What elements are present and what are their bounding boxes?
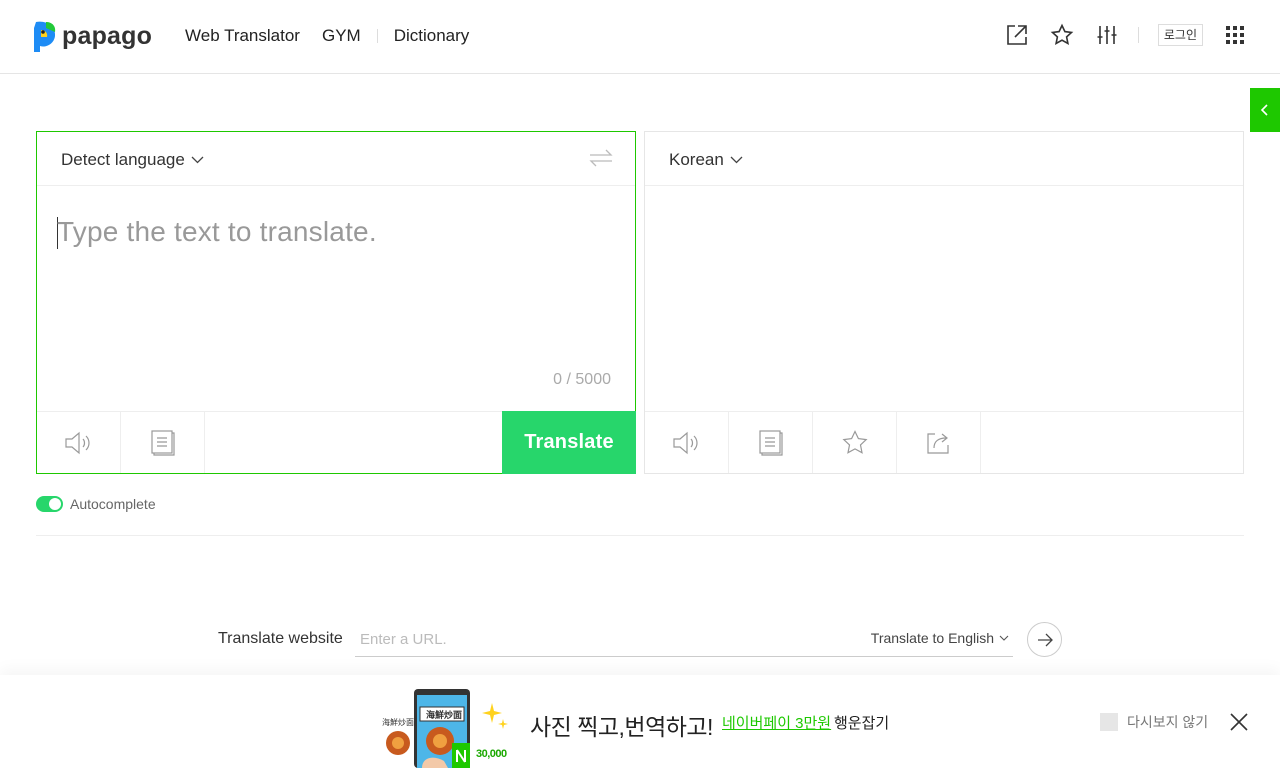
source-panel: Detect language Type the text to transla…: [36, 131, 636, 474]
section-divider: [36, 535, 1244, 536]
main-nav: Web Translator GYM Dictionary: [185, 26, 469, 46]
nav-gym[interactable]: GYM: [322, 26, 361, 46]
target-favorite-button[interactable]: [813, 412, 897, 473]
side-panel-toggle[interactable]: [1250, 88, 1280, 132]
dont-show-checkbox[interactable]: [1100, 713, 1118, 731]
swap-languages-icon[interactable]: [589, 148, 613, 173]
translate-button[interactable]: Translate: [502, 411, 636, 474]
close-icon[interactable]: [1229, 712, 1249, 732]
promo-image-price: 30,000: [476, 748, 507, 760]
copy-icon: [150, 429, 175, 456]
promo-image-phone-caption: 海鮮炒面: [426, 710, 463, 720]
target-text-area: [645, 186, 1243, 412]
source-language-select[interactable]: Detect language: [61, 150, 204, 170]
target-panel: Korean: [644, 131, 1244, 474]
source-language-label: Detect language: [61, 150, 185, 169]
website-go-button[interactable]: [1027, 622, 1062, 657]
target-copy-button[interactable]: [729, 412, 813, 473]
source-placeholder: Type the text to translate.: [57, 216, 377, 247]
nav-web-translator[interactable]: Web Translator: [185, 26, 300, 46]
speaker-icon: [672, 431, 698, 454]
arrow-right-icon: [1037, 633, 1053, 646]
header-tools: 로그인: [985, 22, 1248, 48]
share-icon: [926, 432, 949, 454]
chevron-down-icon: [999, 635, 1009, 641]
star-icon: [841, 429, 868, 454]
website-language-select[interactable]: Translate to English: [871, 630, 1009, 646]
dont-show-again[interactable]: 다시보지 않기: [1100, 712, 1208, 732]
chevron-down-icon: [191, 156, 204, 164]
nav-dictionary[interactable]: Dictionary: [394, 26, 470, 46]
star-icon[interactable]: [1049, 22, 1075, 48]
dont-show-label: 다시보지 않기: [1127, 714, 1209, 730]
url-input[interactable]: [355, 624, 835, 654]
target-toolbar: [645, 411, 1243, 473]
website-language-label: Translate to English: [870, 630, 994, 646]
top-header: papago Web Translator GYM Dictionary 로그인: [0, 0, 1280, 74]
header-divider: [1137, 27, 1139, 43]
promo-image-caption: 海鮮炒面: [382, 718, 414, 727]
source-listen-button[interactable]: [37, 412, 121, 473]
url-field: Translate to English: [355, 624, 1013, 657]
parrot-icon: [34, 21, 56, 52]
target-share-button[interactable]: [897, 412, 981, 473]
sliders-icon[interactable]: [1094, 22, 1120, 48]
promo-title: 사진 찍고,번역하고!: [530, 714, 713, 740]
source-toolbar: Translate: [37, 411, 636, 474]
source-copy-button[interactable]: [121, 412, 205, 473]
speaker-icon: [64, 431, 90, 454]
target-listen-button[interactable]: [645, 412, 729, 473]
character-counter: 0 / 5000: [553, 371, 611, 388]
grid-icon[interactable]: [1222, 22, 1248, 48]
autocomplete-toggle[interactable]: Autocomplete: [36, 496, 156, 512]
external-link-icon[interactable]: [1004, 22, 1030, 48]
papago-logo[interactable]: papago: [32, 20, 152, 52]
toggle-switch[interactable]: [36, 496, 63, 512]
login-button[interactable]: 로그인: [1157, 24, 1203, 46]
target-panel-header: Korean: [645, 132, 1243, 186]
autocomplete-label: Autocomplete: [70, 496, 156, 512]
promo-tail: 행운잡기: [834, 715, 890, 732]
target-language-label: Korean: [669, 150, 724, 169]
chevron-down-icon: [730, 156, 743, 164]
translate-website-label: Translate website: [218, 630, 343, 647]
promo-link[interactable]: 네이버페이 3만원: [722, 712, 831, 733]
copy-icon: [758, 429, 783, 456]
chevron-left-icon: [1260, 104, 1268, 116]
promo-banner: 海鮮炒面 海鮮炒面 30,000 사진 찍고,번역하고! 네이버페이 3만원 행…: [0, 675, 1280, 768]
logo-text: papago: [62, 22, 153, 50]
nav-divider: [376, 29, 378, 43]
source-text-area[interactable]: Type the text to translate. 0 / 5000: [37, 186, 635, 412]
source-panel-header: Detect language: [37, 132, 635, 186]
target-language-select[interactable]: Korean: [669, 150, 743, 170]
